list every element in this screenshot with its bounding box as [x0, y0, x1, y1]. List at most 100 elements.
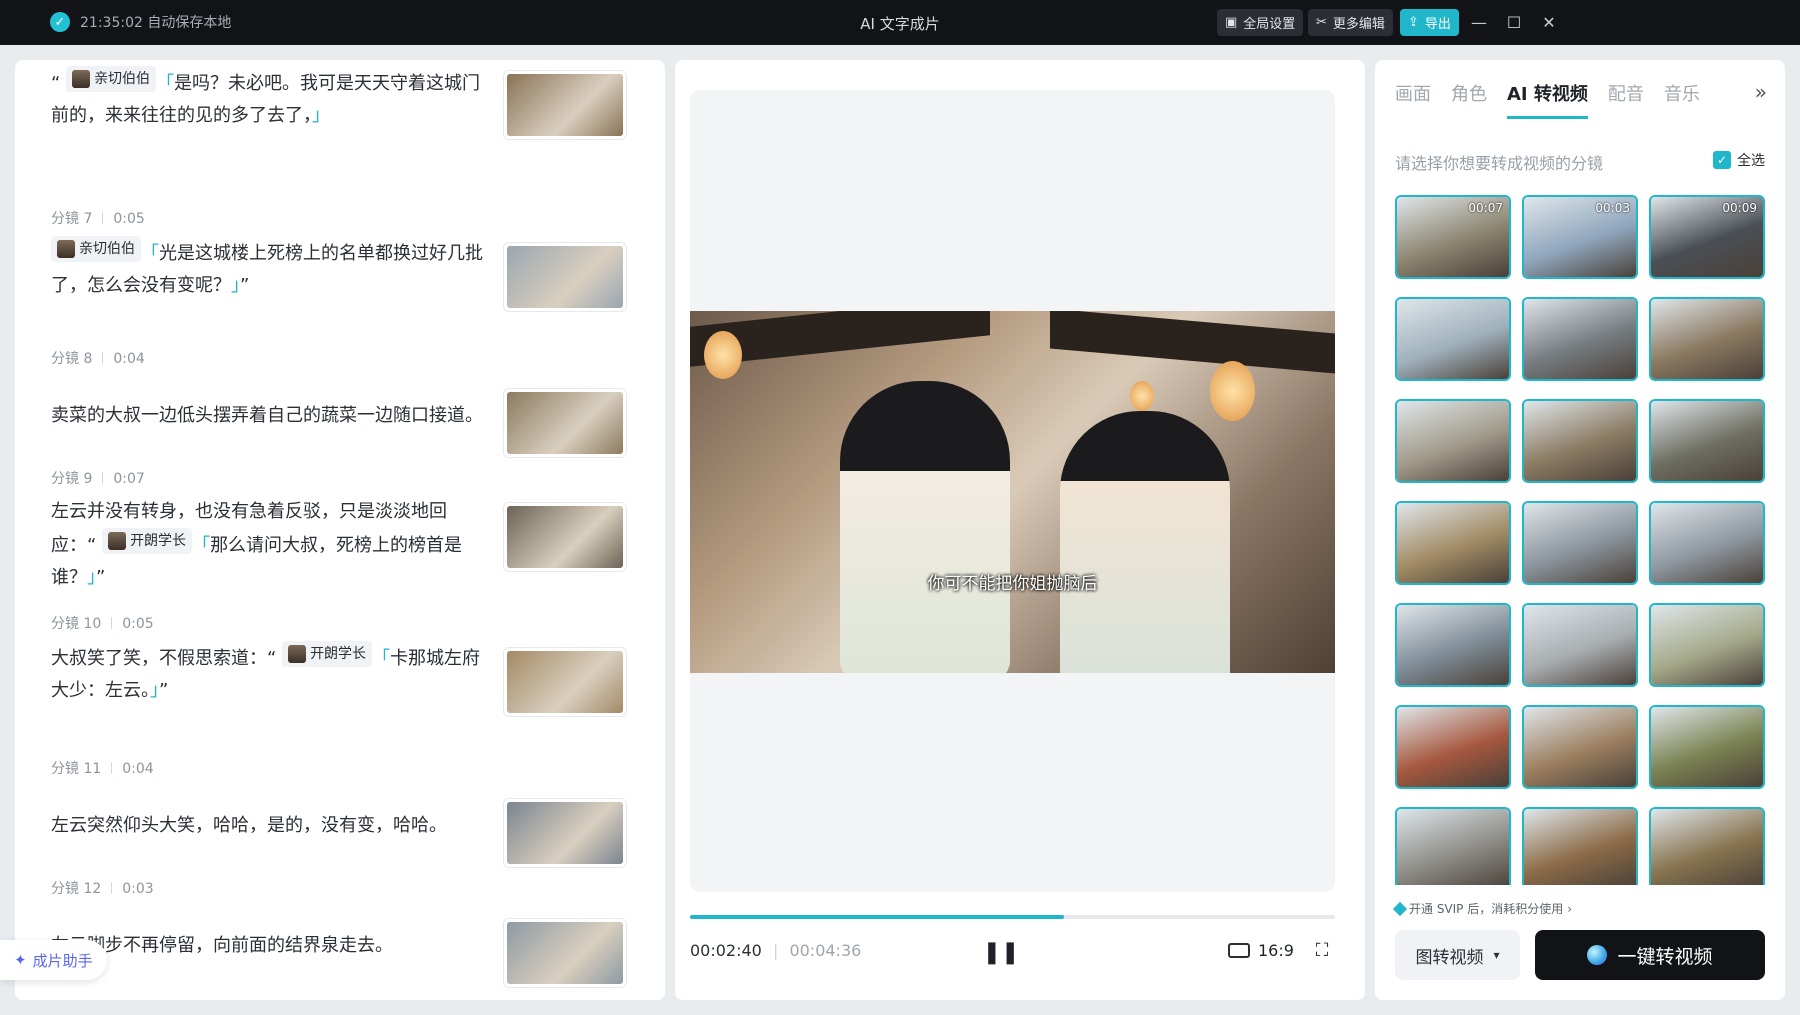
- character-tag[interactable]: 开朗学长: [282, 641, 373, 667]
- subtitle: 你可不能把你姐抛脑后: [927, 574, 1098, 594]
- tab-2[interactable]: AI 转视频: [1507, 80, 1588, 119]
- segment-text[interactable]: 左云并没有转身，也没有急着反驳，只是淡淡地回应：“ 开朗学长 「那么请问大叔，死榜…: [51, 496, 491, 594]
- shot-tile[interactable]: [1522, 297, 1638, 381]
- thumbnail-image: [507, 651, 623, 713]
- shot-duration: 00:03: [1595, 201, 1630, 215]
- shot-tile[interactable]: [1395, 705, 1511, 789]
- shot-image: [1397, 707, 1509, 787]
- shot-tile[interactable]: [1395, 399, 1511, 483]
- segment-text[interactable]: 卖菜的大叔一边低头摆弄着自己的蔬菜一边随口接道。: [51, 400, 491, 432]
- character-tag[interactable]: 开朗学长: [102, 528, 193, 554]
- segment-meta: 分镜 7 0:05: [51, 211, 145, 227]
- shot-image: [1524, 707, 1636, 787]
- shot-tile[interactable]: [1522, 603, 1638, 687]
- pause-icon: ❚❚: [982, 939, 1020, 965]
- preview-panel: 你可不能把你姐抛脑后 00:02:40 | 00:04:36 ❚❚ 16:9 ⛶: [675, 60, 1365, 1000]
- segment-thumbnail[interactable]: [503, 918, 627, 988]
- total-time: 00:04:36: [789, 941, 862, 960]
- ratio-icon: [1228, 943, 1250, 958]
- segment-text[interactable]: 左云突然仰头大笑，哈哈，是的，没有变，哈哈。: [51, 810, 491, 842]
- thumbnail-image: [507, 506, 623, 568]
- character-tag[interactable]: 亲切伯伯: [51, 236, 141, 262]
- storyboard-list: “ 亲切伯伯 「是吗？未必吧。我可是天天守着这城门前的，来来往往的见的多了去了，」…: [15, 60, 665, 1000]
- segment-meta: 分镜 9 0:07: [51, 471, 145, 487]
- segment-thumbnail[interactable]: [503, 647, 627, 717]
- shot-tile[interactable]: [1649, 501, 1765, 585]
- tab-1[interactable]: 角色: [1451, 80, 1487, 119]
- segment-thumbnail[interactable]: [503, 502, 627, 572]
- preview-stage: 你可不能把你姐抛脑后: [690, 90, 1335, 892]
- segment-text[interactable]: 左云脚步不再停留，向前面的结界泉走去。: [51, 930, 491, 962]
- shot-tile[interactable]: 00:09: [1649, 195, 1765, 279]
- segment-text[interactable]: 亲切伯伯 「光是这城楼上死榜上的名单都换过好几批了，怎么会没有变呢？」”: [51, 236, 491, 302]
- shot-tile[interactable]: [1522, 705, 1638, 789]
- shot-tile[interactable]: [1395, 603, 1511, 687]
- shot-tile[interactable]: [1522, 399, 1638, 483]
- maximize-icon[interactable]: ☐: [1501, 9, 1527, 35]
- shot-image: [1397, 809, 1509, 885]
- segment-thumbnail[interactable]: [503, 388, 627, 458]
- scissors-icon: ✂: [1316, 15, 1327, 30]
- thumbnail-image: [507, 922, 623, 984]
- more-edit-button[interactable]: ✂ 更多编辑: [1308, 9, 1393, 36]
- global-settings-button[interactable]: ▣ 全局设置: [1217, 9, 1304, 36]
- shot-image: [1397, 605, 1509, 685]
- select-hint: 请选择你想要转成视频的分镜: [1395, 154, 1604, 173]
- shot-tile[interactable]: 00:07: [1395, 195, 1511, 279]
- thumbnail-image: [507, 74, 623, 136]
- autosave-status: ✓ 21:35:02 自动保存本地: [50, 12, 231, 32]
- segment-thumbnail[interactable]: [503, 798, 627, 868]
- aspect-ratio-button[interactable]: 16:9: [1228, 941, 1294, 960]
- shot-tile[interactable]: [1649, 603, 1765, 687]
- thumbnail-image: [507, 246, 623, 308]
- shot-tile[interactable]: [1649, 807, 1765, 885]
- shot-tile[interactable]: [1522, 807, 1638, 885]
- shot-duration: 00:07: [1468, 201, 1503, 215]
- convert-button[interactable]: 一键转视频: [1535, 930, 1765, 980]
- shot-tile[interactable]: [1395, 297, 1511, 381]
- select-all-checkbox[interactable]: ✓ 全选: [1713, 150, 1765, 170]
- pause-button[interactable]: ❚❚: [983, 937, 1020, 967]
- share-icon: ⇪: [1408, 15, 1419, 30]
- export-button[interactable]: ⇪ 导出: [1400, 9, 1459, 36]
- shot-grid: 00:07 00:03 00:09: [1395, 195, 1765, 885]
- girl-figure: [840, 381, 1010, 673]
- segment-thumbnail[interactable]: [503, 70, 627, 140]
- svip-note[interactable]: 开通 SVIP 后，消耗积分使用 ›: [1392, 900, 1572, 917]
- character-tag[interactable]: 亲切伯伯: [66, 66, 157, 92]
- shot-image: [1524, 503, 1636, 583]
- segment-thumbnail[interactable]: [503, 242, 627, 312]
- tab-3[interactable]: 配音: [1608, 80, 1644, 119]
- shot-image: [1651, 503, 1763, 583]
- shot-tile[interactable]: [1649, 297, 1765, 381]
- shot-tile[interactable]: [1395, 807, 1511, 885]
- shot-image: [1651, 707, 1763, 787]
- tab-0[interactable]: 画面: [1395, 80, 1431, 119]
- shot-tile[interactable]: [1522, 501, 1638, 585]
- assistant-button[interactable]: ✦ 成片助手: [0, 940, 107, 980]
- thumbnail-image: [507, 392, 623, 454]
- shot-tile[interactable]: 00:03: [1522, 195, 1638, 279]
- collapse-panel-icon[interactable]: »: [1755, 80, 1767, 104]
- fullscreen-button[interactable]: ⛶: [1309, 937, 1335, 963]
- video-frame[interactable]: 你可不能把你姐抛脑后: [690, 311, 1335, 673]
- segment-meta: 分镜 10 0:05: [51, 616, 154, 632]
- shot-image: [1651, 809, 1763, 885]
- mode-select[interactable]: 图转视频 ▾: [1395, 930, 1520, 980]
- shot-image: [1524, 809, 1636, 885]
- checkbox-icon: ✓: [1713, 151, 1731, 169]
- player-controls: 00:02:40 | 00:04:36 ❚❚ 16:9 ⛶: [690, 937, 1335, 967]
- shot-tile[interactable]: [1649, 705, 1765, 789]
- close-icon[interactable]: ✕: [1536, 9, 1562, 35]
- window-title: AI 文字成片: [860, 15, 940, 33]
- shot-tile[interactable]: [1395, 501, 1511, 585]
- shot-image: [1651, 299, 1763, 379]
- shot-tile[interactable]: [1649, 399, 1765, 483]
- avatar: [57, 240, 75, 258]
- shot-image: [1524, 401, 1636, 481]
- segment-text[interactable]: “ 亲切伯伯 「是吗？未必吧。我可是天天守着这城门前的，来来往往的见的多了去了，」: [51, 66, 491, 132]
- minimize-icon[interactable]: —: [1466, 9, 1492, 35]
- segment-text[interactable]: 大叔笑了笑，不假思索道：“ 开朗学长 「卡那城左府大少：左云。」”: [51, 641, 491, 707]
- tab-4[interactable]: 音乐: [1664, 80, 1700, 119]
- progress-bar[interactable]: [690, 915, 1335, 919]
